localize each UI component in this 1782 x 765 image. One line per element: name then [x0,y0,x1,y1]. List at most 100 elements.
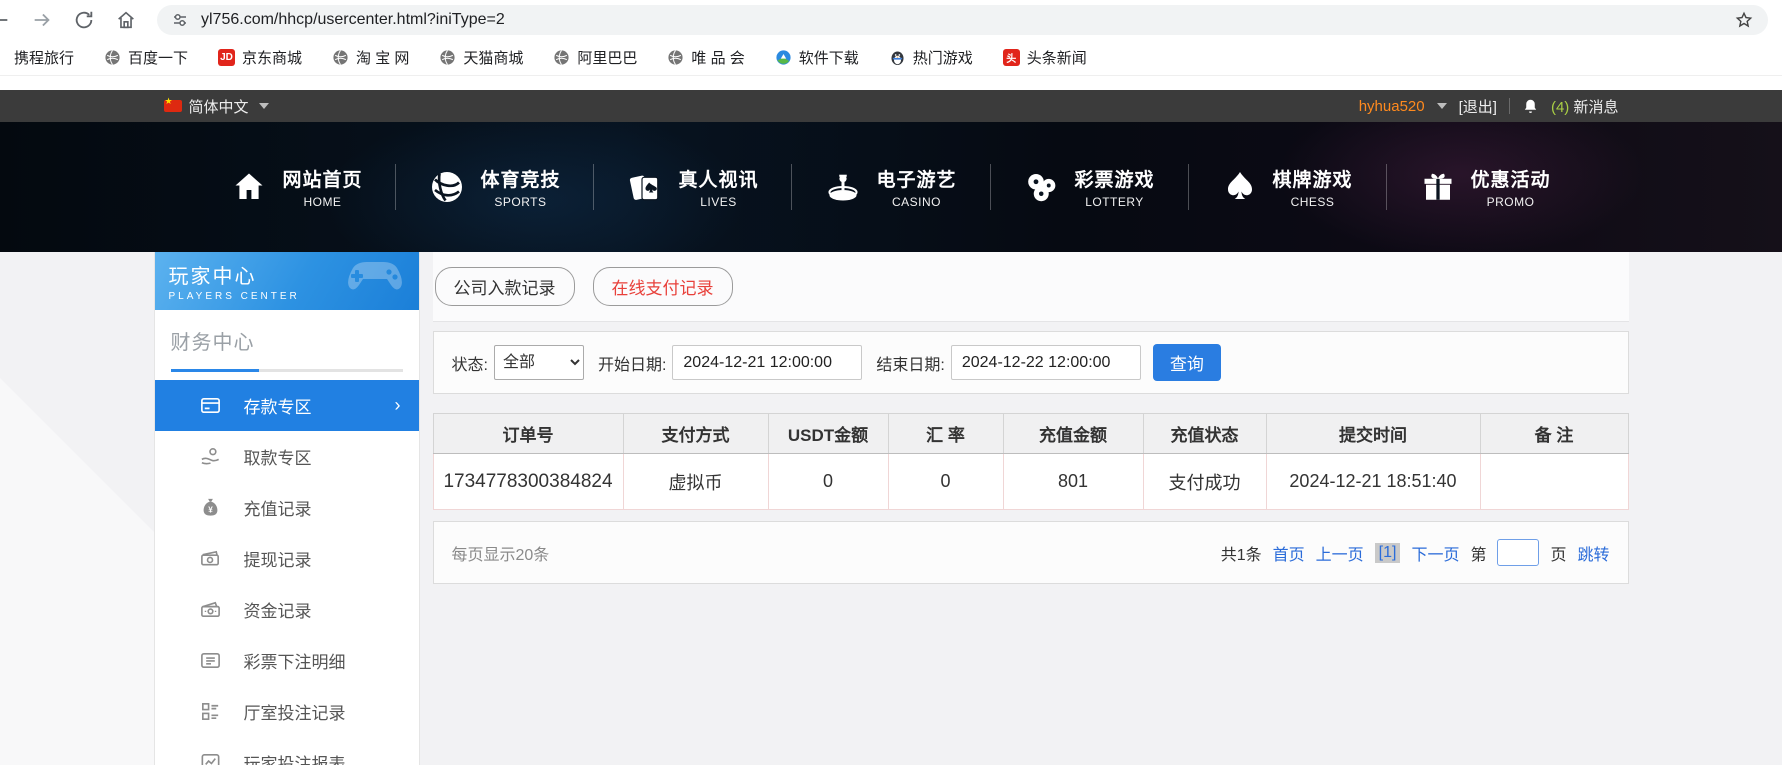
bookmark-label: 携程旅行 [14,50,75,67]
sidebar-section-title: 财务中心 [170,332,255,354]
globe-favicon-icon [439,49,456,66]
bookmark-label: 头条新闻 [1026,50,1087,67]
bookmark-item[interactable]: 天猫商城 [439,47,523,68]
prev-page-link[interactable]: 上一页 [1316,541,1364,565]
main-nav: 网站首页 HOME 体育竞技 SPORTS 真人视讯 LIVES 电子游艺 CASINO [0,122,1782,252]
tab-company-deposit-record[interactable]: 公司入款记录 [434,267,575,306]
bookmark-item[interactable]: 软件下载 [775,47,859,68]
moneybag-icon: ¥ [199,496,222,519]
sidebar-item-deposit[interactable]: 存款专区 › [154,380,419,431]
col-usdt-amount: USDT金额 [767,413,889,454]
table-header-row: 订单号 支付方式 USDT金额 汇 率 充值金额 充值状态 提交时间 备 注 [432,413,1629,454]
bookmark-item[interactable]: 唯 品 会 [667,47,745,68]
nav-item-promo[interactable]: 优惠活动 PROMO [1387,165,1584,209]
bookmark-item[interactable]: JD 京东商城 [218,47,302,68]
col-submit-time: 提交时间 [1265,413,1481,454]
forward-icon[interactable] [31,9,53,31]
first-page-link[interactable]: 首页 [1273,541,1305,565]
chrome-gap [0,76,1782,90]
message-label[interactable]: 新消息 [1573,99,1618,116]
nav-label-en: PROMO [1486,195,1535,209]
nav-item-chess[interactable]: 棋牌游戏 CHESS [1189,165,1386,209]
nav-label-en: CHESS [1290,195,1335,209]
banknote-icon [199,547,222,570]
start-date-input[interactable] [672,345,863,380]
chevron-down-icon[interactable] [1436,103,1447,109]
end-date-input[interactable] [950,345,1141,380]
end-date-label: 结束日期: [876,356,945,374]
nav-item-sports[interactable]: 体育竞技 SPORTS [396,165,593,209]
bookmark-item[interactable]: 阿里巴巴 [553,47,637,68]
sidebar-item-funds-record[interactable]: 资金记录 [155,584,419,635]
cell-usdt-amount: 0 [767,453,889,510]
sports-ball-icon [429,169,465,205]
toutiao-favicon-icon: 头 [1002,49,1020,66]
nav-item-lives[interactable]: 真人视讯 LIVES [594,165,791,209]
gamepad-icon [339,258,411,309]
sidebar-item-withdraw-record[interactable]: 提现记录 [155,533,419,584]
sidebar-item-withdraw[interactable]: 取款专区 [155,431,419,482]
tab-online-payment-record[interactable]: 在线支付记录 [592,267,733,306]
record-tabs: 公司入款记录 在线支付记录 [432,252,1629,322]
next-page-link[interactable]: 下一页 [1411,541,1459,565]
home-icon[interactable] [115,9,137,31]
browser-toolbar: yl756.com/hhcp/usercenter.html?iniType=2 [0,0,1782,40]
reload-icon[interactable] [73,9,95,31]
withdraw-hand-icon [199,445,222,468]
nav-item-casino[interactable]: 电子游艺 CASINO [792,165,989,209]
col-exchange-rate: 汇 率 [887,413,1004,454]
lottery-balls-icon [1024,169,1060,205]
cell-order-no: 1734778300384824 [432,453,624,510]
site-settings-tune-icon[interactable] [171,11,189,29]
status-select[interactable]: 全部 [493,345,584,380]
language-selector[interactable]: 简体中文 [189,96,249,117]
bell-icon[interactable] [1522,98,1539,115]
col-recharge-status: 充值状态 [1142,413,1267,454]
bookmark-label: 百度一下 [128,50,189,67]
bookmark-item[interactable]: 热门游戏 [889,47,973,68]
bookmark-item[interactable]: 淘 宝 网 [332,47,409,68]
chevron-down-icon[interactable] [258,103,269,109]
cell-remark [1479,453,1629,510]
svg-text:¥: ¥ [208,505,213,514]
nav-label-zh: 真人视讯 [678,170,759,191]
query-button[interactable]: 查询 [1152,344,1221,381]
sidebar-item-hall-bets[interactable]: 厅室投注记录 [155,686,419,737]
cell-recharge-status: 支付成功 [1142,453,1267,510]
jump-prefix-label: 第 [1470,546,1487,564]
nav-label-zh: 棋牌游戏 [1272,170,1353,191]
sidebar-item-label: 存款专区 [243,398,312,417]
nav-label-en: LOTTERY [1085,195,1144,209]
bookmark-label: 热门游戏 [912,50,973,67]
url-bar[interactable]: yl756.com/hhcp/usercenter.html?iniType=2 [157,5,1768,35]
url-text[interactable]: yl756.com/hhcp/usercenter.html?iniType=2 [201,11,1722,29]
current-page: [1] [1374,542,1401,563]
bookmark-item[interactable]: 百度一下 [104,47,188,68]
sidebar-item-recharge-record[interactable]: ¥ 充值记录 [155,482,419,533]
nav-item-lottery[interactable]: 彩票游戏 LOTTERY [991,165,1188,209]
nav-label-en: SPORTS [494,195,547,209]
main-panel: 公司入款记录 在线支付记录 状态: 全部 开始日期: 结束日期: 查询 [432,252,1629,765]
globe-favicon-icon [667,49,684,66]
bookmark-item[interactable]: 携程旅行 [14,47,74,68]
bookmark-label: 唯 品 会 [691,50,745,67]
logout-link[interactable]: [退出] [1459,96,1497,117]
sidebar-item-player-report[interactable]: 玩家投注报表 [155,737,419,765]
col-remark: 备 注 [1479,413,1629,454]
software-favicon-icon [775,49,792,66]
bookmark-label: 天猫商城 [463,50,524,67]
nav-label-zh: 彩票游戏 [1074,170,1155,191]
sidebar-item-lottery-bets[interactable]: 彩票下注明细 [155,635,419,686]
bookmark-label: 阿里巴巴 [577,50,638,67]
cell-pay-method: 虚拟币 [622,453,769,510]
page-jump-input[interactable] [1497,539,1540,566]
divider [1508,98,1510,114]
nav-label-zh: 体育竞技 [480,170,561,191]
back-icon[interactable] [0,9,11,31]
nav-item-home[interactable]: 网站首页 HOME [198,165,395,209]
bookmark-item[interactable]: 头 头条新闻 [1002,47,1087,68]
bookmark-star-icon[interactable] [1734,10,1754,30]
jump-link[interactable]: 跳转 [1577,541,1609,565]
sidebar-item-label: 彩票下注明细 [243,653,346,672]
username[interactable]: hyhua520 [1359,98,1425,115]
